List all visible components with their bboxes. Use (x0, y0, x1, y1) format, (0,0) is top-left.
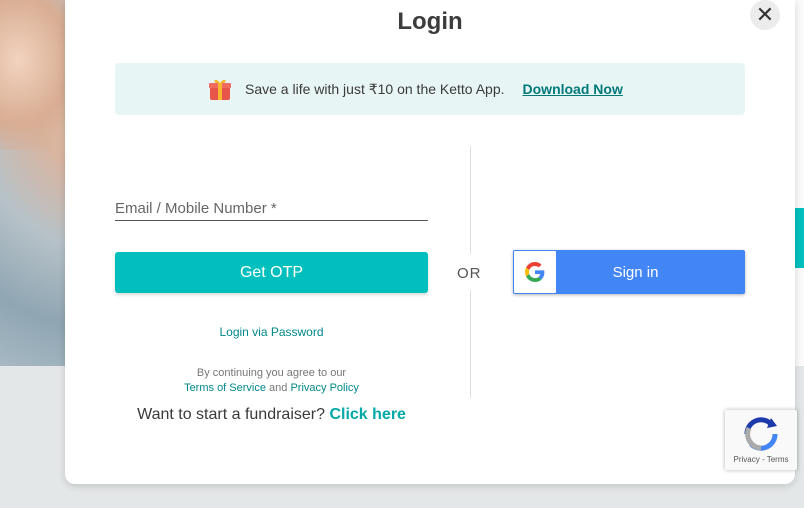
terms-notice: By continuing you agree to our Terms of … (115, 366, 428, 396)
close-button[interactable]: ✕ (750, 0, 780, 30)
get-otp-button[interactable]: Get OTP (115, 252, 428, 293)
promo-banner: Save a life with just ₹10 on the Ketto A… (115, 63, 745, 115)
terms-prefix: By continuing you agree to our (196, 367, 347, 379)
fundraiser-text: Want to start a fundraiser? (137, 406, 325, 423)
close-icon: ✕ (755, 2, 775, 27)
terms-of-service-link[interactable]: Terms of Service (184, 382, 266, 394)
divider-line-top (470, 146, 471, 254)
modal-title: Login (397, 8, 463, 35)
download-now-link[interactable]: Download Now (523, 81, 623, 97)
divider-line-bottom (470, 290, 471, 398)
recaptcha-icon (744, 417, 778, 451)
fundraiser-prompt: Want to start a fundraiser? Click here (115, 406, 428, 424)
click-here-link[interactable]: Click here (329, 406, 405, 423)
or-divider: OR (457, 265, 482, 282)
recaptcha-links: Privacy - Terms (733, 455, 789, 464)
recaptcha-badge[interactable]: Privacy - Terms (725, 410, 797, 470)
terms-and-text: and (269, 382, 288, 394)
promo-text: Save a life with just ₹10 on the Ketto A… (245, 80, 505, 97)
login-via-password-link[interactable]: Login via Password (115, 325, 428, 339)
login-modal: Login ✕ Save a life with just ₹10 on the… (65, 0, 795, 484)
email-mobile-input[interactable] (115, 193, 428, 221)
google-logo-icon (514, 251, 556, 293)
google-sign-in-button[interactable]: Sign in (513, 250, 745, 294)
google-sign-in-label: Sign in (612, 263, 659, 281)
gift-icon (207, 76, 233, 102)
privacy-policy-link[interactable]: Privacy Policy (290, 382, 358, 394)
